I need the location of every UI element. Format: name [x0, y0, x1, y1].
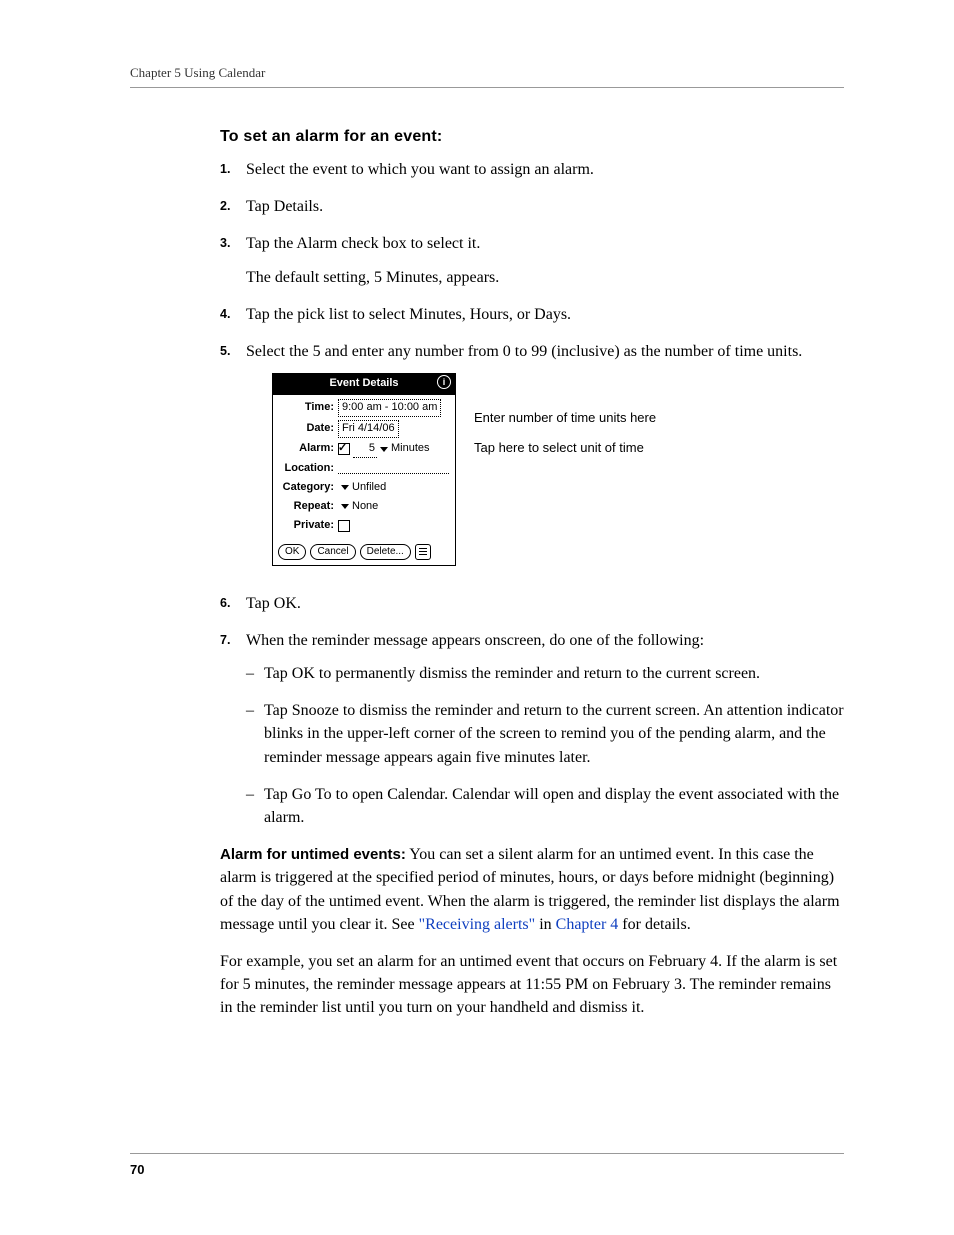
- alarm-number: 5: [353, 441, 377, 458]
- page-number: 70: [130, 1153, 844, 1177]
- running-header: Chapter 5 Using Calendar: [130, 65, 844, 88]
- sub-list: Tap OK to permanently dismiss the remind…: [246, 662, 844, 829]
- step-number: 5.: [220, 342, 230, 360]
- chevron-down-icon: [380, 447, 388, 452]
- device-title-text: Event Details: [329, 377, 398, 389]
- untimed-text-mid: in: [535, 916, 555, 933]
- step-text: Tap Details.: [246, 198, 323, 215]
- paragraph-untimed: Alarm for untimed events: You can set a …: [220, 843, 844, 936]
- step-text: When the reminder message appears onscre…: [246, 632, 704, 649]
- cancel-button-mock: Cancel: [310, 544, 355, 560]
- step-7: 7. When the reminder message appears ons…: [220, 629, 844, 829]
- chevron-down-icon: [341, 504, 349, 509]
- step-number: 2.: [220, 197, 230, 215]
- label-location: Location:: [279, 461, 338, 477]
- callout-unit-picker: Tap here to select unit of time: [474, 439, 656, 457]
- step-followup: The default setting, 5 Minutes, appears.: [246, 266, 844, 289]
- chevron-down-icon: [341, 485, 349, 490]
- value-repeat: None: [352, 499, 378, 515]
- step-6: 6. Tap OK.: [220, 592, 844, 615]
- step-text: Tap the Alarm check box to select it.: [246, 235, 480, 252]
- row-category: Category: Unfiled: [279, 480, 449, 496]
- alarm-checkbox-icon: [338, 443, 350, 455]
- step-text: Select the 5 and enter any number from 0…: [246, 343, 802, 360]
- step-1: 1. Select the event to which you want to…: [220, 158, 844, 181]
- step-number: 3.: [220, 234, 230, 252]
- label-private: Private:: [279, 518, 338, 534]
- untimed-text-end: for details.: [618, 916, 690, 933]
- step-2: 2. Tap Details.: [220, 195, 844, 218]
- row-repeat: Repeat: None: [279, 499, 449, 515]
- step-list: 1. Select the event to which you want to…: [220, 158, 844, 829]
- step-3: 3. Tap the Alarm check box to select it.…: [220, 232, 844, 288]
- label-time: Time:: [279, 400, 338, 416]
- step-number: 1.: [220, 160, 230, 178]
- label-alarm: Alarm:: [279, 441, 338, 457]
- label-date: Date:: [279, 421, 338, 437]
- step-number: 7.: [220, 631, 230, 649]
- figure: Event Details i Time: 9:00 am - 10:00 am…: [272, 373, 844, 566]
- link-chapter-4[interactable]: Chapter 4: [556, 916, 619, 933]
- value-category: Unfiled: [352, 480, 386, 496]
- alarm-unit: Minutes: [391, 441, 430, 457]
- delete-button-mock: Delete...: [360, 544, 411, 560]
- row-alarm: Alarm: 5 Minutes: [279, 441, 449, 458]
- row-time: Time: 9:00 am - 10:00 am: [279, 399, 449, 417]
- label-repeat: Repeat:: [279, 499, 338, 515]
- callout-number-units: Enter number of time units here: [474, 409, 656, 427]
- step-5: 5. Select the 5 and enter any number fro…: [220, 340, 844, 566]
- device-title-bar: Event Details i: [273, 374, 455, 395]
- value-date: Fri 4/14/06: [338, 420, 399, 438]
- row-private: Private:: [279, 518, 449, 534]
- step-4: 4. Tap the pick list to select Minutes, …: [220, 303, 844, 326]
- label-category: Category:: [279, 480, 338, 496]
- sub-item: Tap OK to permanently dismiss the remind…: [246, 662, 844, 685]
- note-icon: [415, 544, 431, 560]
- sub-item: Tap Snooze to dismiss the reminder and r…: [246, 699, 844, 769]
- link-receiving-alerts[interactable]: "Receiving alerts": [419, 916, 536, 933]
- step-text: Select the event to which you want to as…: [246, 161, 594, 178]
- step-text: Tap OK.: [246, 595, 301, 612]
- paragraph-example: For example, you set an alarm for an unt…: [220, 950, 844, 1020]
- device-mock: Event Details i Time: 9:00 am - 10:00 am…: [272, 373, 456, 566]
- location-field-line: [338, 463, 449, 474]
- info-icon: i: [437, 375, 451, 389]
- ok-button-mock: OK: [278, 544, 306, 560]
- section-title: To set an alarm for an event:: [220, 128, 844, 146]
- sub-item: Tap Go To to open Calendar. Calendar wil…: [246, 783, 844, 829]
- step-text: Tap the pick list to select Minutes, Hou…: [246, 306, 571, 323]
- untimed-heading: Alarm for untimed events:: [220, 846, 406, 863]
- private-checkbox-icon: [338, 520, 350, 532]
- value-time: 9:00 am - 10:00 am: [338, 399, 441, 417]
- step-number: 4.: [220, 305, 230, 323]
- row-location: Location:: [279, 461, 449, 477]
- callouts: Enter number of time units here Tap here…: [474, 373, 656, 456]
- step-number: 6.: [220, 594, 230, 612]
- row-date: Date: Fri 4/14/06: [279, 420, 449, 438]
